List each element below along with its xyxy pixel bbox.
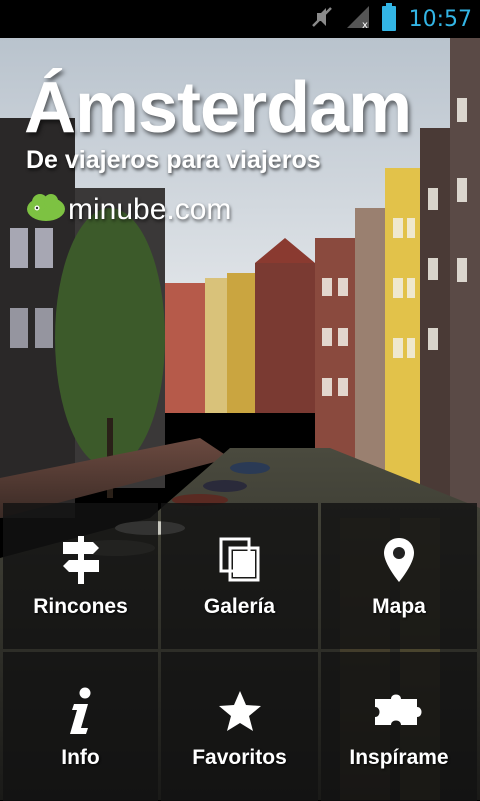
mute-icon [309, 4, 335, 35]
menu-tile-favoritos[interactable]: Favoritos [161, 652, 318, 801]
menu-tile-label: Inspírame [349, 745, 449, 769]
gallery-icon [219, 533, 261, 587]
menu-tile-info[interactable]: Info [3, 652, 158, 801]
minube-cloud-icon [26, 192, 66, 227]
svg-text:x: x [362, 20, 368, 30]
brand-name: minube.com [68, 192, 232, 226]
battery-icon [381, 2, 397, 36]
menu-tile-rincones[interactable]: Rincones [3, 503, 158, 649]
status-time: 10:57 [408, 6, 472, 32]
menu-tile-label: Info [61, 745, 100, 769]
star-icon [217, 684, 263, 738]
info-icon [66, 684, 96, 738]
main-menu-grid: Rincones Galería Mapa Info Favoritos Ins… [3, 503, 477, 801]
menu-tile-mapa[interactable]: Mapa [321, 503, 477, 649]
page-subtitle: De viajeros para viajeros [26, 146, 321, 174]
signal-icon: x [345, 4, 371, 35]
status-bar: x 10:57 [0, 0, 480, 38]
map-pin-icon [382, 533, 416, 587]
menu-tile-label: Rincones [33, 595, 128, 618]
status-icons: x 10:57 [309, 2, 480, 36]
puzzle-icon [371, 684, 427, 738]
page-title: Ámsterdam [24, 68, 412, 148]
menu-tile-label: Favoritos [192, 745, 287, 769]
menu-tile-label: Galería [203, 595, 276, 618]
brand-logo: minube.com [26, 192, 231, 227]
menu-tile-label: Mapa [372, 595, 426, 618]
menu-tile-galeria[interactable]: Galería [161, 503, 318, 649]
menu-tile-inspirame[interactable]: Inspírame [321, 652, 477, 801]
signpost-icon [61, 533, 101, 587]
